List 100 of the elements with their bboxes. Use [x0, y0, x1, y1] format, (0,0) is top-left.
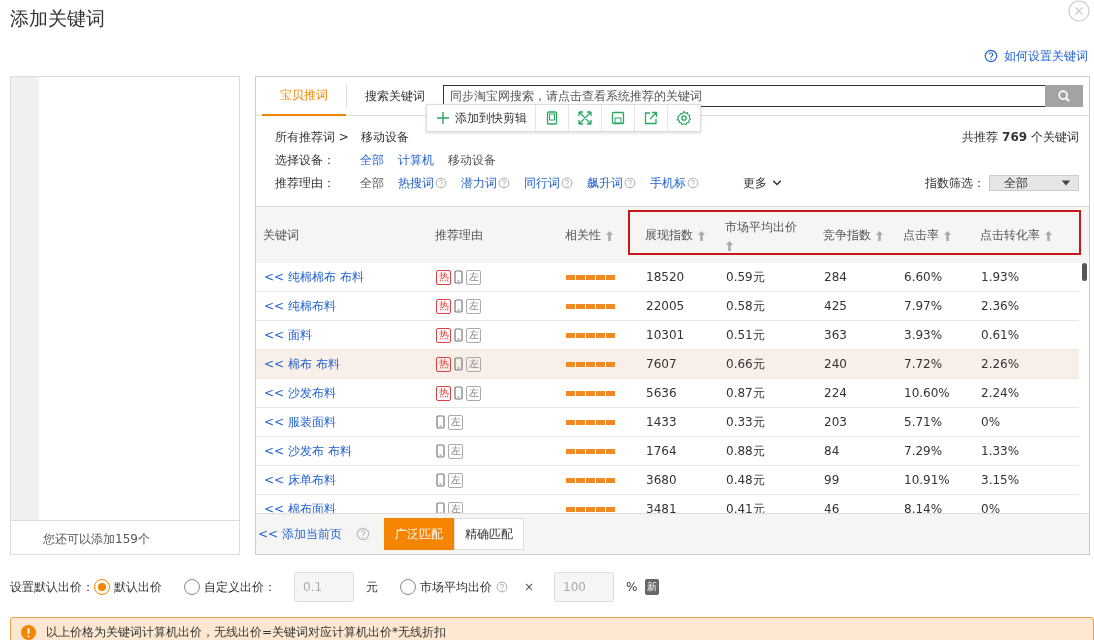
keyword-link[interactable]: << 服装面料	[264, 414, 336, 429]
match-button[interactable]: 精确匹配	[453, 518, 524, 550]
column-header[interactable]: 点击转化率	[980, 226, 1040, 244]
table-cell: 3.93%	[904, 328, 943, 342]
phone-icon	[436, 415, 445, 429]
table-cell: 0.88元	[726, 443, 765, 458]
table-cell: 10301	[646, 328, 685, 342]
table-row[interactable]: << 沙发布 布料 左 1764 0.88元 84 7.29% 1.33%	[256, 437, 1079, 466]
table-cell: 10.91%	[904, 473, 950, 487]
table-cell: 5.71%	[904, 415, 943, 429]
more-link[interactable]: 更多	[743, 174, 767, 192]
close-icon[interactable]	[1068, 0, 1090, 22]
save-button[interactable]	[602, 105, 635, 131]
table-cell: 0.61%	[981, 328, 1020, 342]
column-header[interactable]: 推荐理由	[435, 226, 483, 244]
filter-option[interactable]: 热搜词	[398, 174, 434, 192]
table-cell: 99	[824, 473, 840, 487]
filter-option[interactable]: 计算机	[398, 151, 434, 169]
settings-icon	[676, 110, 692, 126]
settings-button[interactable]	[668, 105, 700, 131]
help-icon	[496, 581, 508, 593]
notice-text: 以上价格为关键词计算机出价，无线出价=关键词对应计算机出价*无线折扣	[46, 623, 447, 640]
keyword-link[interactable]: << 面料	[264, 327, 312, 342]
table-row[interactable]: << 床单布料 左 3680 0.48元 99 10.91% 3.15%	[256, 466, 1079, 495]
search-button[interactable]	[1045, 85, 1083, 107]
column-header[interactable]: 相关性	[565, 226, 601, 244]
table-cell: 2.26%	[981, 357, 1020, 371]
price-field[interactable]: 100	[554, 572, 615, 602]
table-cell: 203	[824, 415, 847, 429]
filter-option[interactable]: 手机标	[650, 174, 686, 192]
radio-button[interactable]	[400, 579, 416, 595]
keyword-link[interactable]: << 纯棉棉布 布料	[264, 269, 364, 284]
filter-option[interactable]: 移动设备	[448, 151, 496, 169]
keyword-link[interactable]: << 棉布 布料	[264, 356, 340, 371]
add-page-link[interactable]: << 添加当前页	[258, 525, 342, 543]
radio-label: 市场平均出价	[420, 578, 492, 596]
table-cell: 2.24%	[981, 386, 1020, 400]
keyword-link[interactable]: << 纯棉布料	[264, 298, 336, 313]
scrollbar-thumb[interactable]	[1082, 263, 1087, 281]
relevance-meter	[566, 448, 616, 454]
column-header[interactable]: 关键词	[263, 226, 299, 244]
filter-option[interactable]: 潜力词	[461, 174, 497, 192]
table-cell: 0%	[981, 415, 1001, 429]
column-header[interactable]: 市场平均出价	[725, 219, 797, 236]
relevance-meter	[566, 303, 616, 309]
table-cell: 0.87元	[726, 385, 765, 400]
index-dropdown[interactable]: 全部	[989, 175, 1079, 191]
table-row[interactable]: << 服装面料 左 1433 0.33元 203 5.71% 0%	[256, 408, 1079, 437]
table-row[interactable]: << 纯棉布料 热 左 22005 0.58元 425 7.97% 2.36%	[256, 292, 1079, 321]
expand-button[interactable]	[569, 105, 602, 131]
table-cell: 0.66元	[726, 356, 765, 371]
hot-tag: 热	[436, 298, 451, 314]
keyword-link[interactable]: << 沙发布料	[264, 385, 336, 400]
table-cell: 363	[824, 328, 847, 342]
column-header[interactable]: 展现指数	[645, 226, 693, 244]
table-cell: 425	[824, 299, 847, 313]
price-field[interactable]: 0.1	[294, 572, 354, 602]
radio-button[interactable]	[94, 579, 110, 595]
phone-icon	[454, 386, 463, 400]
left-tag: 左	[466, 298, 481, 314]
save-icon	[610, 110, 626, 126]
phone-icon	[436, 473, 445, 487]
add-clip-button[interactable]: 添加到快剪辑	[427, 105, 536, 131]
radio-button[interactable]	[184, 579, 200, 595]
table-cell: 22005	[646, 299, 685, 313]
relevance-meter	[566, 390, 616, 396]
column-header[interactable]: 点击率	[903, 226, 939, 244]
filter-option[interactable]: 同行词	[524, 174, 560, 192]
radio-label: 自定义出价：	[204, 578, 276, 596]
relevance-meter	[566, 477, 616, 483]
table-cell: 1764	[646, 444, 677, 458]
search-field[interactable]: 同步淘宝网搜索，请点击查看系统推荐的关键词	[443, 85, 1045, 107]
column-header[interactable]: 竞争指数	[823, 226, 871, 244]
help-link[interactable]: 如何设置关键词	[1004, 47, 1088, 65]
phone-icon	[436, 502, 445, 513]
radio-label: 默认出价	[114, 578, 162, 596]
filter-option[interactable]: 全部	[360, 151, 384, 169]
table-row[interactable]: << 纯棉棉布 布料 热 左 18520 0.59元 284 6.60% 1.93%	[256, 263, 1079, 292]
filter-option[interactable]: 全部	[360, 174, 384, 192]
table-cell: 5636	[646, 386, 677, 400]
device-icon	[544, 110, 560, 126]
table-cell: 1.93%	[981, 270, 1020, 284]
table-row[interactable]: << 沙发布料 热 左 5636 0.87元 224 10.60% 2.24%	[256, 379, 1079, 408]
total-count: 共推荐 769 个关键词	[962, 128, 1079, 146]
keyword-link[interactable]: << 床单布料	[264, 472, 336, 487]
table-row[interactable]: << 棉布 布料 热 左 7607 0.66元 240 7.72% 2.26%	[256, 350, 1079, 379]
share-button[interactable]	[635, 105, 668, 131]
phone-icon	[436, 444, 445, 458]
table-cell: 284	[824, 270, 847, 284]
breadcrumb-link[interactable]: 所有推荐词 >	[275, 128, 349, 146]
table-cell: 3680	[646, 473, 677, 487]
new-badge: 新	[645, 579, 660, 595]
relevance-meter	[566, 361, 616, 367]
device-button[interactable]	[536, 105, 569, 131]
search-icon	[1057, 89, 1071, 103]
phone-icon	[454, 328, 463, 342]
filter-option[interactable]: 飙升词	[587, 174, 623, 192]
keyword-link[interactable]: << 沙发布 布料	[264, 443, 352, 458]
remaining-count: 您还可以添加159个	[11, 520, 239, 554]
relevance-meter	[566, 419, 616, 425]
